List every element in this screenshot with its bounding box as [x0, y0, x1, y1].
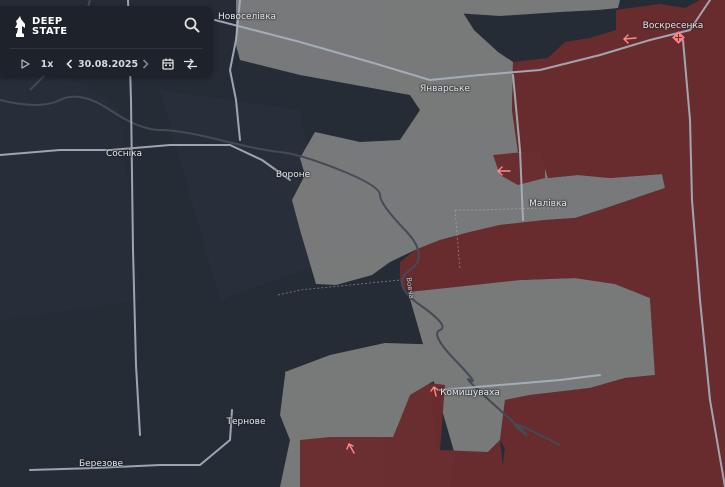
place-label-komyshuvakha: Комишуваха	[440, 388, 500, 398]
place-label-voskresenka: Воскресенка	[642, 21, 704, 31]
place-label-yanvarske: Январське	[420, 84, 470, 94]
search-icon	[184, 17, 200, 33]
place-label-ternove: Тернове	[226, 417, 266, 427]
calendar-button[interactable]	[160, 56, 176, 72]
chevron-left-icon	[65, 59, 72, 69]
current-date[interactable]: 30.08.2025	[78, 56, 138, 72]
next-date-button[interactable]	[139, 56, 151, 72]
place-label-sosnivka: Сосніка	[105, 149, 143, 159]
chess-knight-icon	[15, 16, 25, 37]
search-button[interactable]	[183, 16, 201, 34]
control-panel: DEEP STATE 1x 30.08.2025	[0, 6, 213, 76]
panel-divider	[10, 48, 203, 49]
timeline-controls: 1x 30.08.2025	[0, 52, 213, 76]
chevron-right-icon	[142, 59, 149, 69]
play-button[interactable]	[18, 56, 32, 72]
place-label-novoselivka: Новоселівка	[217, 12, 277, 22]
play-icon	[20, 59, 30, 69]
place-label-vorone: Вороне	[275, 170, 311, 180]
compare-button[interactable]	[181, 56, 199, 72]
place-label-malivka: Малівка	[529, 199, 567, 209]
compare-arrows-icon	[183, 58, 197, 70]
calendar-icon	[162, 58, 174, 70]
previous-date-button[interactable]	[62, 56, 76, 72]
place-label-berezove: Березове	[78, 459, 124, 469]
brand-logo[interactable]: DEEP STATE	[14, 14, 82, 40]
brand-name: DEEP STATE	[32, 16, 68, 37]
speed-button[interactable]: 1x	[38, 56, 56, 72]
